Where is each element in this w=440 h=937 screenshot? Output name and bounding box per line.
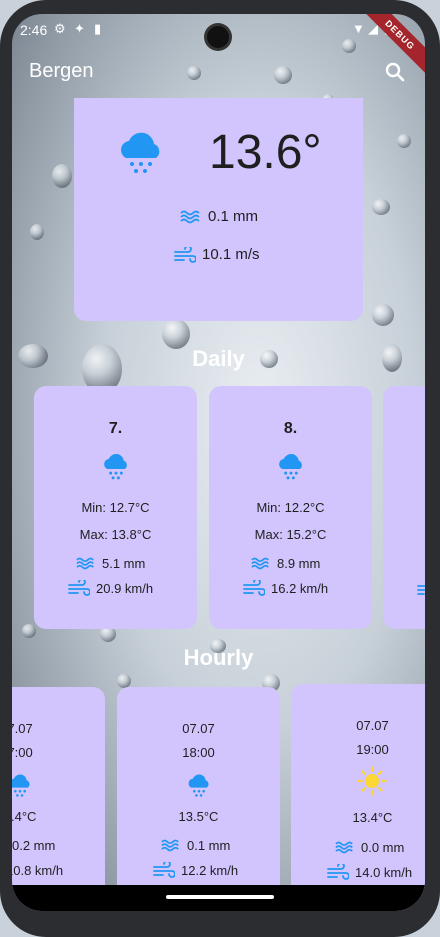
daily-wind: 20.9 km/h bbox=[96, 580, 154, 596]
hourly-date: 07.07 bbox=[182, 721, 215, 736]
phone-frame: 2:46 ⚙ ✦ ▮ ▼ ◢ ▮ DEBUG Bergen 13.6° bbox=[0, 0, 440, 937]
hourly-wind-row: 10.8 km/h bbox=[12, 862, 63, 878]
daily-precipitation: 8.9 mm bbox=[277, 556, 321, 571]
daily-card-partial[interactable] bbox=[383, 386, 425, 629]
wind-icon bbox=[174, 246, 196, 263]
notification-status-icon: ✦ bbox=[74, 21, 85, 36]
hourly-date: 07.07 bbox=[356, 718, 389, 733]
front-camera bbox=[207, 26, 229, 48]
snow-cloud-icon bbox=[104, 453, 127, 480]
hourly-precipitation-row: 0.1 mm bbox=[161, 838, 230, 853]
daily-wind-row: 20.9 km/h bbox=[68, 580, 153, 596]
hourly-precipitation: 0.2 mm bbox=[12, 838, 56, 853]
hourly-card[interactable]: 07.07 18:00 13.5°C 0.1 mm 12.2 km/h bbox=[117, 687, 280, 911]
status-time: 2:46 bbox=[20, 22, 48, 38]
hourly-card[interactable]: 07.07 17:00 13.4°C 0.2 mm bbox=[12, 687, 105, 911]
wind-icon bbox=[327, 864, 349, 880]
home-gesture-handle[interactable] bbox=[166, 895, 274, 899]
hourly-heading: Hourly bbox=[183, 645, 254, 670]
waves-icon bbox=[180, 210, 200, 223]
current-precipitation-row: 0.1 mm bbox=[180, 208, 258, 225]
hourly-wind-row: 14.0 km/h bbox=[327, 864, 412, 880]
snow-cloud-icon bbox=[188, 774, 209, 797]
wind-icon bbox=[68, 580, 90, 596]
daily-wind-row: 16.2 km/h bbox=[243, 580, 328, 596]
hourly-precipitation: 0.1 mm bbox=[187, 838, 231, 853]
city-title: Bergen bbox=[29, 60, 94, 82]
daily-card[interactable]: 8. Min: 12.2°C Max: 15.2°C 8.9 mm 16.2 k… bbox=[209, 386, 372, 629]
snow-cloud-icon bbox=[12, 774, 30, 797]
wind-icon bbox=[243, 580, 265, 596]
hourly-wind: 12.2 km/h bbox=[181, 862, 239, 878]
hourly-time: 19:00 bbox=[356, 742, 389, 757]
sd-card-status-icon: ▮ bbox=[94, 21, 102, 36]
hourly-wind: 14.0 km/h bbox=[355, 864, 413, 880]
hourly-wind-row: 12.2 km/h bbox=[153, 862, 238, 878]
hourly-temperature: 13.4°C bbox=[12, 809, 37, 824]
search-button[interactable] bbox=[383, 60, 407, 84]
daily-card[interactable]: 7. Min: 12.7°C Max: 13.8°C 5.1 mm 20.9 k… bbox=[34, 386, 197, 629]
daily-precipitation-row: 8.9 mm bbox=[251, 556, 320, 571]
hourly-card[interactable]: 07.07 19:00 13.4°C 0.0 mm 14.0 km/h bbox=[291, 684, 425, 911]
current-precipitation: 0.1 mm bbox=[208, 208, 259, 225]
daily-day: 7. bbox=[108, 420, 123, 437]
sun-icon bbox=[357, 766, 387, 796]
daily-min: Min: 12.2°C bbox=[256, 500, 325, 515]
waves-icon bbox=[335, 841, 353, 854]
current-temperature: 13.6° bbox=[209, 126, 322, 179]
daily-precipitation-row: 5.1 mm bbox=[76, 556, 145, 571]
current-wind: 10.1 m/s bbox=[202, 246, 260, 263]
hourly-time: 18:00 bbox=[182, 745, 215, 760]
daily-day: 8. bbox=[283, 420, 298, 437]
daily-min: Min: 12.7°C bbox=[81, 500, 150, 515]
daily-precipitation: 5.1 mm bbox=[102, 556, 146, 571]
snow-cloud-icon bbox=[279, 453, 302, 480]
current-weather-card: 13.6° 0.1 mm 10.1 m/s bbox=[74, 98, 363, 321]
daily-wind: 16.2 km/h bbox=[271, 580, 329, 596]
waves-icon bbox=[76, 557, 94, 570]
hourly-temperature: 13.4°C bbox=[352, 810, 393, 825]
current-wind-row: 10.1 m/s bbox=[174, 246, 260, 263]
daily-max: Max: 15.2°C bbox=[254, 527, 327, 542]
hourly-date: 07.07 bbox=[12, 721, 33, 736]
waves-icon bbox=[251, 557, 269, 570]
settings-status-icon: ⚙ bbox=[54, 21, 66, 36]
hourly-precipitation-row: 0.0 mm bbox=[335, 840, 404, 855]
daily-max: Max: 13.8°C bbox=[79, 527, 152, 542]
hourly-precipitation: 0.0 mm bbox=[361, 840, 405, 855]
hourly-wind: 10.8 km/h bbox=[12, 862, 64, 878]
wifi-icon: ▼ bbox=[352, 21, 365, 36]
hourly-temperature: 13.5°C bbox=[178, 809, 219, 824]
hourly-time: 17:00 bbox=[12, 745, 33, 760]
snow-cloud-icon bbox=[121, 132, 160, 173]
hourly-precipitation-row: 0.2 mm bbox=[12, 838, 55, 853]
waves-icon bbox=[161, 839, 179, 852]
daily-heading: Daily bbox=[192, 346, 245, 371]
system-nav-bar bbox=[12, 885, 425, 911]
search-icon bbox=[385, 62, 405, 82]
wind-icon bbox=[417, 585, 425, 595]
app-screen: 2:46 ⚙ ✦ ▮ ▼ ◢ ▮ DEBUG Bergen 13.6° bbox=[12, 14, 425, 911]
wind-icon bbox=[153, 862, 175, 878]
